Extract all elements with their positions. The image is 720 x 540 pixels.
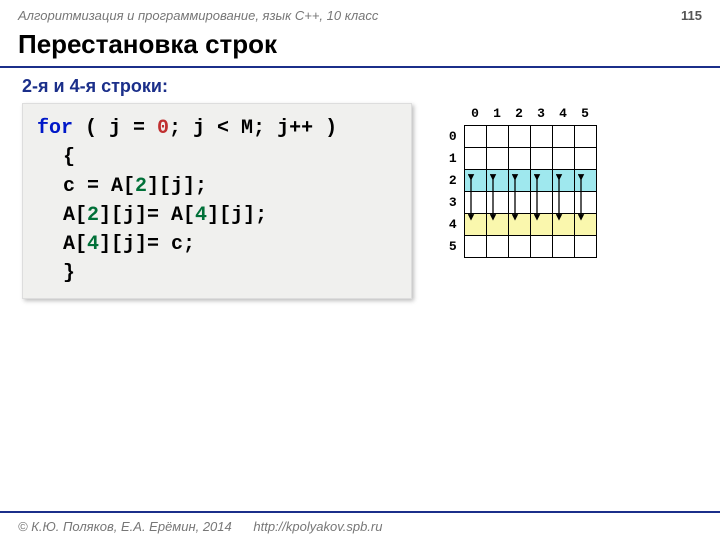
code-block: for ( j = 0; j < M; j++ ) { c = A[2][j];… <box>22 103 412 299</box>
col-head: 1 <box>486 103 508 125</box>
row-head: 5 <box>442 235 464 257</box>
course-label: Алгоритмизация и программирование, язык … <box>18 8 378 23</box>
code-text: ( j = <box>73 117 157 140</box>
copyright: © К.Ю. Поляков, Е.А. Ерёмин, 2014 <box>18 519 232 534</box>
code-literal: 4 <box>195 204 207 227</box>
col-head: 4 <box>552 103 574 125</box>
code-text: ][j]= c; <box>99 233 195 256</box>
code-text: ][j]= A[ <box>99 204 195 227</box>
page-title: Перестановка строк <box>0 27 720 68</box>
col-head: 5 <box>574 103 596 125</box>
footer: © К.Ю. Поляков, Е.А. Ерёмин, 2014 http:/… <box>0 511 720 534</box>
code-literal: 2 <box>87 204 99 227</box>
page-number: 115 <box>681 8 702 23</box>
col-head: 3 <box>530 103 552 125</box>
code-text: ][j]; <box>207 204 267 227</box>
row-head: 1 <box>442 147 464 169</box>
code-text: { <box>63 146 75 169</box>
code-literal: 2 <box>135 175 147 198</box>
code-text: A[ <box>63 233 87 256</box>
col-head: 0 <box>464 103 486 125</box>
code-text: } <box>63 262 75 285</box>
code-keyword: for <box>37 117 73 140</box>
subtitle: 2-я и 4-я строки: <box>0 68 720 103</box>
code-text: A[ <box>63 204 87 227</box>
matrix-diagram: 0 1 2 3 4 5 0 1 2 3 4 5 <box>442 103 622 258</box>
row-head: 2 <box>442 169 464 191</box>
row-head: 0 <box>442 125 464 147</box>
code-text: ; j < M; j++ ) <box>169 117 337 140</box>
col-head: 2 <box>508 103 530 125</box>
row-head: 4 <box>442 213 464 235</box>
code-text: ][j]; <box>147 175 207 198</box>
footer-url: http://kpolyakov.spb.ru <box>253 519 382 534</box>
code-number: 0 <box>157 117 169 140</box>
code-literal: 4 <box>87 233 99 256</box>
code-text: c = A[ <box>63 175 135 198</box>
row-head: 3 <box>442 191 464 213</box>
